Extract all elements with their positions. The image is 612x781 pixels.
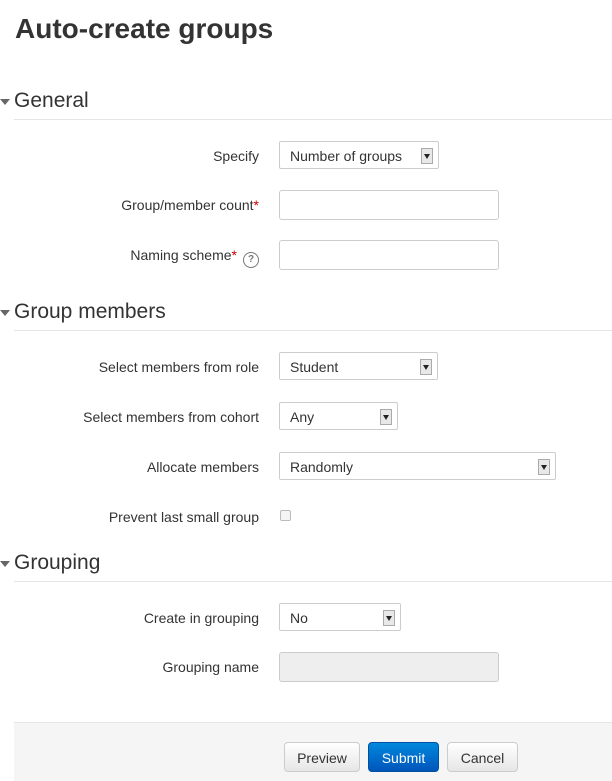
allocate-label: Allocate members — [146, 459, 259, 475]
naming-scheme-label-text: Naming scheme — [130, 247, 232, 263]
naming-scheme-label: Naming scheme*? — [130, 246, 259, 268]
create-in-grouping-value: No — [290, 610, 308, 626]
required-mark: * — [253, 197, 259, 213]
prevent-small-group-label: Prevent last small group — [108, 509, 259, 525]
naming-scheme-row: Naming scheme*? — [0, 240, 612, 270]
page-title: Auto-create groups — [15, 13, 274, 44]
section-group-members-legend: Group members — [14, 300, 166, 323]
allocate-row: Allocate members Randomly — [0, 452, 612, 482]
prevent-small-group-checkbox[interactable] — [280, 510, 291, 521]
section-grouping-legend: Grouping — [14, 551, 101, 574]
allocate-select[interactable]: Randomly — [279, 452, 556, 480]
grouping-name-row: Grouping name — [0, 652, 612, 682]
help-icon[interactable]: ? — [243, 252, 259, 268]
section-general-legend: General — [14, 89, 89, 112]
prevent-small-group-row: Prevent last small group — [0, 502, 612, 532]
submit-button[interactable]: Submit — [368, 742, 439, 772]
dropdown-arrow-icon — [420, 359, 432, 375]
group-count-label-text: Group/member count — [121, 197, 254, 213]
naming-scheme-input[interactable] — [279, 240, 499, 270]
section-divider — [14, 119, 612, 120]
role-label: Select members from role — [98, 359, 259, 375]
section-group-members-header[interactable]: Group members — [0, 296, 612, 336]
collapse-triangle-icon[interactable] — [0, 561, 10, 567]
section-grouping-header[interactable]: Grouping — [0, 547, 612, 587]
cohort-value: Any — [290, 409, 315, 425]
specify-row: Specify Number of groups — [0, 141, 612, 171]
create-in-grouping-row: Create in grouping No — [0, 603, 612, 633]
required-mark: * — [231, 247, 237, 263]
group-count-row: Group/member count* — [0, 190, 612, 220]
cohort-select[interactable]: Any — [279, 402, 398, 430]
grouping-name-input — [279, 652, 499, 682]
create-in-grouping-select[interactable]: No — [279, 603, 401, 631]
group-count-input[interactable] — [279, 190, 499, 220]
form-actions-bar: Preview Submit Cancel — [14, 722, 612, 781]
role-row: Select members from role Student — [0, 352, 612, 382]
group-count-label: Group/member count* — [121, 196, 259, 214]
create-in-grouping-label: Create in grouping — [143, 610, 259, 626]
cohort-row: Select members from cohort Any — [0, 402, 612, 432]
dropdown-arrow-icon — [421, 148, 433, 164]
allocate-value: Randomly — [290, 459, 354, 475]
specify-value: Number of groups — [290, 148, 403, 164]
role-select[interactable]: Student — [279, 352, 438, 380]
dropdown-arrow-icon — [380, 409, 392, 425]
cancel-button[interactable]: Cancel — [447, 742, 518, 772]
dropdown-arrow-icon — [383, 610, 395, 626]
grouping-name-label: Grouping name — [162, 659, 259, 675]
specify-label: Specify — [213, 148, 259, 164]
collapse-triangle-icon[interactable] — [0, 99, 10, 105]
collapse-triangle-icon[interactable] — [0, 310, 10, 316]
section-general-header[interactable]: General — [0, 85, 612, 125]
specify-select[interactable]: Number of groups — [279, 141, 439, 169]
cohort-label: Select members from cohort — [83, 409, 259, 425]
role-value: Student — [290, 359, 339, 375]
preview-button[interactable]: Preview — [284, 742, 360, 772]
section-divider — [14, 330, 612, 331]
section-divider — [14, 581, 612, 582]
dropdown-arrow-icon — [538, 459, 550, 475]
